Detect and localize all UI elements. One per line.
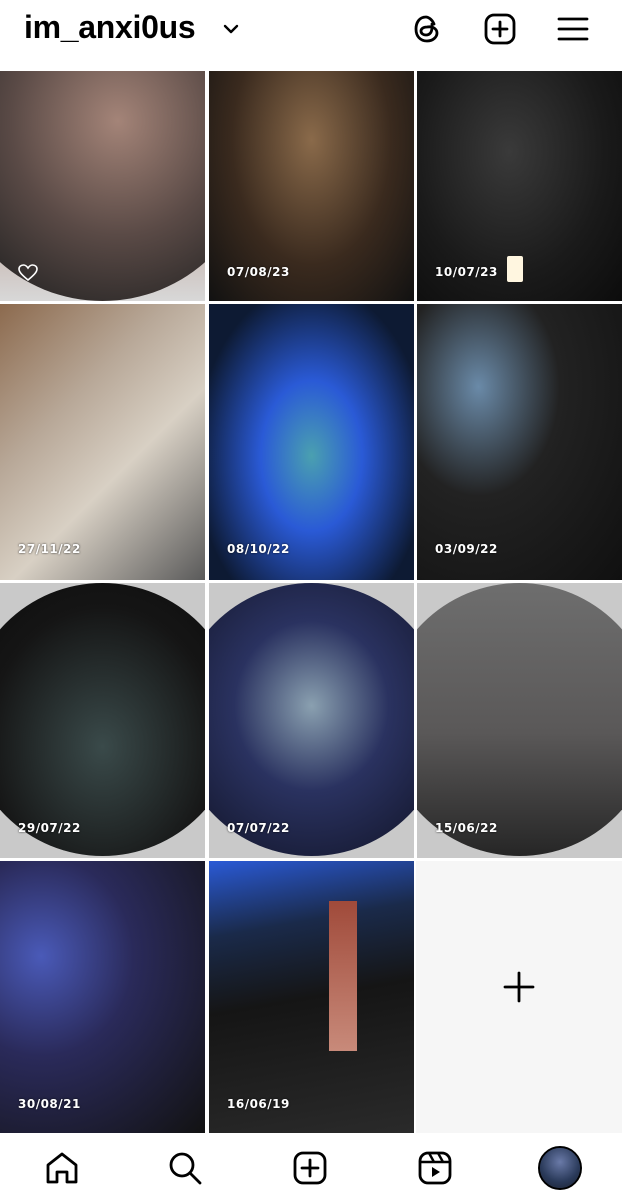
post-date: 15/06/22	[435, 821, 498, 835]
chevron-down-icon[interactable]	[222, 22, 240, 36]
post-tile[interactable]: 16/06/19	[209, 861, 414, 1133]
post-tile[interactable]	[0, 71, 205, 301]
post-tile[interactable]: 10/07/23	[417, 71, 622, 301]
plus-icon	[503, 971, 535, 1003]
post-tile[interactable]: 27/11/22	[0, 304, 205, 580]
create-icon[interactable]	[292, 1150, 328, 1186]
post-tile[interactable]: 15/06/22	[417, 583, 622, 858]
bottom-nav	[0, 1133, 622, 1200]
search-icon[interactable]	[167, 1150, 203, 1186]
post-date: 10/07/23	[435, 265, 498, 279]
reels-icon[interactable]	[417, 1150, 453, 1186]
post-tile[interactable]: 08/10/22	[209, 304, 414, 580]
post-tile[interactable]: 03/09/22	[417, 304, 622, 580]
post-tile[interactable]: 29/07/22	[0, 583, 205, 858]
menu-icon[interactable]	[556, 12, 590, 46]
heart-icon	[18, 264, 38, 282]
post-tile[interactable]: 07/08/23	[209, 71, 414, 301]
post-date: 03/09/22	[435, 542, 498, 556]
post-date: 29/07/22	[18, 821, 81, 835]
username-switcher[interactable]: im_anxi0us	[24, 9, 196, 46]
post-tile[interactable]: 07/07/22	[209, 583, 414, 858]
add-post-tile[interactable]	[416, 861, 622, 1133]
post-tile[interactable]: 30/08/21	[0, 861, 205, 1133]
home-icon[interactable]	[44, 1150, 80, 1186]
threads-icon[interactable]	[410, 12, 444, 46]
profile-header: im_anxi0us	[0, 0, 622, 68]
post-date: 07/07/22	[227, 821, 290, 835]
post-date: 07/08/23	[227, 265, 290, 279]
post-date: 08/10/22	[227, 542, 290, 556]
new-post-icon[interactable]	[483, 12, 517, 46]
post-date: 30/08/21	[18, 1097, 81, 1111]
post-date: 27/11/22	[18, 542, 81, 556]
posts-grid: 07/08/23 10/07/23 27/11/22 08/10/22 03/0…	[0, 71, 622, 1133]
profile-avatar[interactable]	[538, 1146, 582, 1190]
post-date: 16/06/19	[227, 1097, 290, 1111]
